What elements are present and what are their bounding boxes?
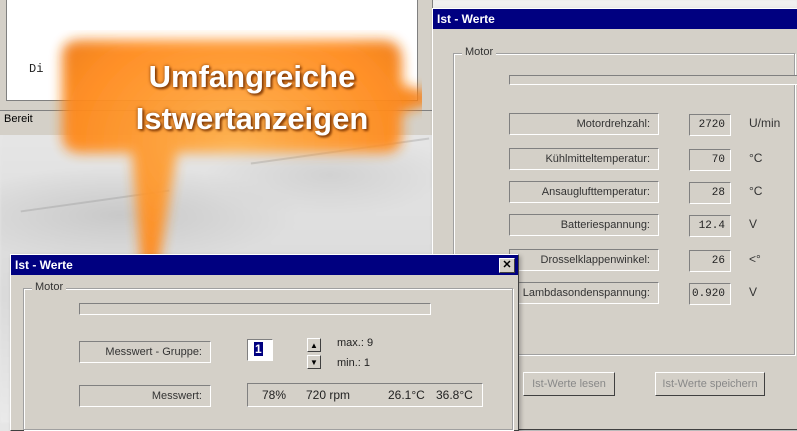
arrow-up-icon: ▲ <box>310 341 318 350</box>
progress-bar <box>509 75 797 85</box>
row-label: Lambdasondenspannung: <box>509 282 659 304</box>
measure-value-3: 26.1°C <box>388 388 425 402</box>
bubble-text: Umfangreiche Istwertanzeigen <box>102 56 402 140</box>
measure-value-2: 720 rpm <box>306 388 351 402</box>
row-unit: <° <box>749 252 761 266</box>
row-label: Batteriespannung: <box>509 214 659 236</box>
row-label: Motordrehzahl: <box>509 113 659 135</box>
group-number-input[interactable]: 1 <box>247 339 273 361</box>
row-unit: °C <box>749 151 763 165</box>
measure-value-4: 36.8°C <box>436 388 473 402</box>
bubble-line-2: Istwertanzeigen <box>135 101 369 136</box>
row-unit: U/min <box>749 116 781 130</box>
row-value: 12.4 <box>689 215 731 237</box>
row-unit: V <box>749 217 758 231</box>
decrement-button[interactable]: ▼ <box>307 355 321 369</box>
row-label: Ansauglufttemperatur: <box>509 181 659 203</box>
progress-bar <box>79 303 431 315</box>
read-values-button[interactable]: Ist-Werte lesen <box>523 372 615 396</box>
group-field-label: Messwert - Gruppe: <box>79 341 211 363</box>
row-value: 70 <box>689 149 731 171</box>
row-value: 0.920 <box>689 283 731 305</box>
max-label: max.: 9 <box>337 337 374 349</box>
close-icon[interactable]: ✕ <box>499 258 515 273</box>
row-unit: °C <box>749 184 763 198</box>
bubble-line-1: Umfangreiche <box>148 59 356 94</box>
window-title: Ist - Werte ✕ <box>11 255 518 275</box>
row-label: Kühlmitteltemperatur: <box>509 148 659 170</box>
measure-value-1: 78% <box>262 388 287 402</box>
row-value: 28 <box>689 182 731 204</box>
group-number-value: 1 <box>254 342 263 356</box>
save-values-button[interactable]: Ist-Werte speichern <box>655 372 765 396</box>
row-value: 26 <box>689 250 731 272</box>
measure-values-box: 78% 720 rpm 26.1°C 36.8°C <box>247 383 483 407</box>
ist-werte-window-front: Ist - Werte ✕ Motor Messwert - Gruppe: 1… <box>10 254 519 431</box>
group-label: Motor <box>32 281 67 293</box>
group-label: Motor <box>462 46 497 58</box>
increment-button[interactable]: ▲ <box>307 338 321 352</box>
min-label: min.: 1 <box>337 357 371 369</box>
window-title: Ist - Werte <box>433 9 797 29</box>
arrow-down-icon: ▼ <box>310 358 318 367</box>
row-label: Drosselklappenwinkel: <box>509 249 659 271</box>
measure-label: Messwert: <box>79 385 211 407</box>
row-unit: V <box>749 285 758 299</box>
row-value: 2720 <box>689 114 731 136</box>
